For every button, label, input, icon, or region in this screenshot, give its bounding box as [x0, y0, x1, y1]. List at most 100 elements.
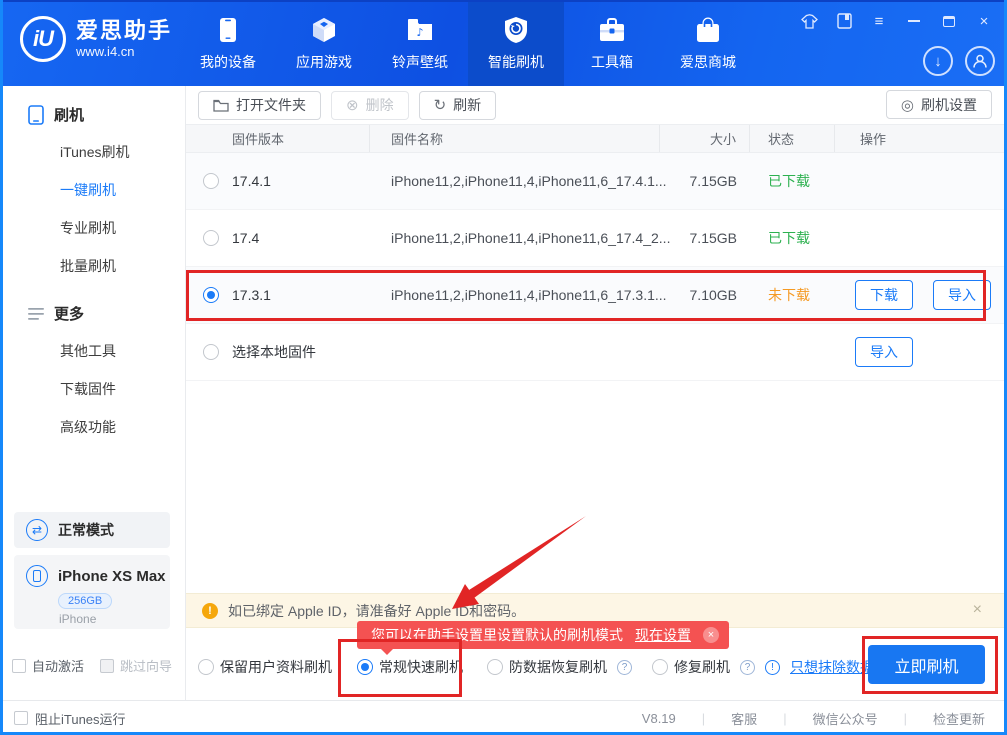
feedback-note-icon[interactable]	[835, 12, 853, 30]
download-button[interactable]: 下载	[855, 280, 913, 310]
device-mode-card[interactable]: ⇄ 正常模式	[14, 512, 170, 548]
section-title: 刷机	[54, 104, 84, 125]
flash-now-button[interactable]: 立即刷机	[868, 645, 985, 684]
option-repair-flash[interactable]: 修复刷机 ? ! 只想抹除数据?	[652, 657, 882, 677]
main-content: 打开文件夹 ⊗ 删除 ↻ 刷新 ◎ 刷机设置 固件版本 固件名称 大小 状态 操…	[186, 86, 1004, 700]
firmware-row-17-4[interactable]: 17.4 iPhone11,2,iPhone11,4,iPhone11,6_17…	[186, 210, 1004, 267]
nav-smart-flash[interactable]: 智能刷机	[468, 0, 564, 86]
skip-setup-checkbox[interactable]: 跳过向导	[100, 656, 172, 675]
nav-label: 我的设备	[200, 52, 256, 72]
nav-label: 智能刷机	[488, 52, 544, 72]
firmware-size: 7.15GB	[660, 173, 750, 189]
sidebar: 刷机 iTunes刷机 一键刷机 专业刷机 批量刷机 更多 其他工具 下载固件 …	[0, 86, 186, 700]
notice-close-icon[interactable]: ×	[973, 601, 982, 619]
close-icon[interactable]: ×	[975, 12, 993, 30]
sidebar-section-flash: 刷机	[28, 104, 185, 125]
app-title: 爱思助手	[76, 19, 172, 43]
firmware-row-17-4-1[interactable]: 17.4.1 iPhone11,2,iPhone11,4,iPhone11,6_…	[186, 153, 1004, 210]
status-bar: 阻止iTunes运行 V8.19 | 客服 | 微信公众号 | 检查更新	[0, 700, 1007, 735]
checkbox-label: 跳过向导	[120, 656, 172, 675]
help-icon[interactable]: ?	[617, 660, 632, 675]
sidebar-item-batch-flash[interactable]: 批量刷机	[60, 247, 185, 285]
sidebar-item-pro-flash[interactable]: 专业刷机	[60, 209, 185, 247]
flash-mode-tooltip: 您可以在助手设置里设置默认的刷机模式 现在设置 ×	[357, 621, 729, 649]
option-normal-fast-flash[interactable]: 常规快速刷机	[357, 657, 463, 677]
device-capacity-badge: 256GB	[58, 593, 112, 609]
sidebar-item-one-click-flash[interactable]: 一键刷机	[60, 171, 185, 209]
radio-unselected[interactable]	[203, 173, 219, 189]
toolbar: 打开文件夹 ⊗ 删除 ↻ 刷新 ◎ 刷机设置	[186, 86, 1004, 124]
tooltip-text: 您可以在助手设置里设置默认的刷机模式	[371, 625, 623, 645]
minimize-icon[interactable]	[905, 12, 923, 30]
theme-skin-icon[interactable]	[800, 12, 818, 30]
firmware-version: 17.4	[232, 230, 259, 246]
option-keep-user-data[interactable]: 保留用户资料刷机	[198, 657, 332, 677]
menu-icon[interactable]: ≡	[870, 12, 888, 30]
info-icon: !	[765, 660, 780, 675]
radio-unselected[interactable]	[198, 659, 214, 675]
window-border-top	[0, 0, 1007, 2]
button-label: 删除	[366, 95, 394, 115]
block-itunes-checkbox[interactable]: 阻止iTunes运行	[14, 709, 126, 728]
checkbox-label: 自动激活	[32, 656, 84, 675]
window-controls: ≡ ×	[800, 12, 993, 30]
radio-selected[interactable]	[357, 659, 373, 675]
column-header-actions: 操作	[835, 125, 1004, 152]
option-label: 修复刷机	[674, 657, 730, 677]
device-card[interactable]: iPhone XS Max 256GB iPhone	[14, 555, 170, 629]
sidebar-item-other-tools[interactable]: 其他工具	[60, 332, 185, 370]
nav-apps-games[interactable]: 应用游戏	[276, 0, 372, 86]
sidebar-item-download-firmware[interactable]: 下载固件	[60, 370, 185, 408]
refresh-button[interactable]: ↻ 刷新	[419, 91, 497, 120]
radio-unselected[interactable]	[203, 230, 219, 246]
column-header-version: 固件版本	[186, 125, 370, 152]
nav-my-devices[interactable]: 我的设备	[180, 0, 276, 86]
maximize-icon[interactable]	[940, 12, 958, 30]
radio-unselected[interactable]	[487, 659, 503, 675]
sidebar-checkboxes: 自动激活 跳过向导	[12, 656, 172, 675]
delete-button[interactable]: ⊗ 删除	[331, 91, 409, 120]
more-menu-icon	[28, 308, 44, 320]
device-type: iPhone	[59, 612, 170, 626]
app-url: www.i4.cn	[76, 44, 172, 59]
firmware-version: 17.4.1	[232, 173, 271, 189]
refresh-icon: ↻	[434, 96, 447, 114]
user-account-icon[interactable]	[965, 46, 995, 76]
auto-activate-checkbox[interactable]: 自动激活	[12, 656, 84, 675]
button-label: 刷机设置	[921, 95, 977, 115]
help-icon[interactable]: ?	[740, 660, 755, 675]
flash-settings-button[interactable]: ◎ 刷机设置	[886, 90, 992, 119]
sidebar-section-more: 更多	[28, 303, 185, 324]
option-anti-data-recovery[interactable]: 防数据恢复刷机 ?	[487, 657, 632, 677]
open-folder-button[interactable]: 打开文件夹	[198, 91, 321, 120]
download-manager-icon[interactable]: ↓	[923, 46, 953, 76]
music-folder-icon: ♪	[405, 15, 435, 45]
svg-text:♪: ♪	[416, 26, 423, 39]
check-update-link[interactable]: 检查更新	[907, 709, 985, 728]
checkbox-label: 阻止iTunes运行	[35, 709, 126, 728]
device-flash-icon	[28, 105, 44, 125]
import-button[interactable]: 导入	[933, 280, 991, 310]
radio-selected[interactable]	[203, 287, 219, 303]
sidebar-item-advanced[interactable]: 高级功能	[60, 408, 185, 446]
firmware-row-17-3-1[interactable]: 17.3.1 iPhone11,2,iPhone11,4,iPhone11,6_…	[186, 267, 1004, 324]
set-now-link[interactable]: 现在设置	[635, 625, 691, 645]
radio-unselected[interactable]	[203, 344, 219, 360]
nav-ringtones-wallpapers[interactable]: ♪ 铃声壁纸	[372, 0, 468, 86]
main-nav: 我的设备 应用游戏 ♪ 铃声壁纸 智能刷机	[180, 0, 756, 86]
mode-label: 正常模式	[58, 520, 114, 540]
sidebar-item-itunes-flash[interactable]: iTunes刷机	[60, 133, 185, 171]
local-firmware-row[interactable]: 选择本地固件 导入	[186, 324, 1004, 381]
table-header: 固件版本 固件名称 大小 状态 操作	[186, 124, 1004, 153]
customer-service-link[interactable]: 客服	[705, 709, 783, 728]
nav-store[interactable]: 爱思商城	[660, 0, 756, 86]
import-button[interactable]: 导入	[855, 337, 913, 367]
firmware-size: 7.15GB	[660, 230, 750, 246]
nav-toolbox[interactable]: 工具箱	[564, 0, 660, 86]
button-label: 打开文件夹	[236, 95, 306, 115]
option-label: 防数据恢复刷机	[509, 657, 607, 677]
nav-label: 爱思商城	[680, 52, 736, 72]
wechat-official-link[interactable]: 微信公众号	[787, 709, 904, 728]
tooltip-close-icon[interactable]: ×	[703, 627, 719, 643]
radio-unselected[interactable]	[652, 659, 668, 675]
